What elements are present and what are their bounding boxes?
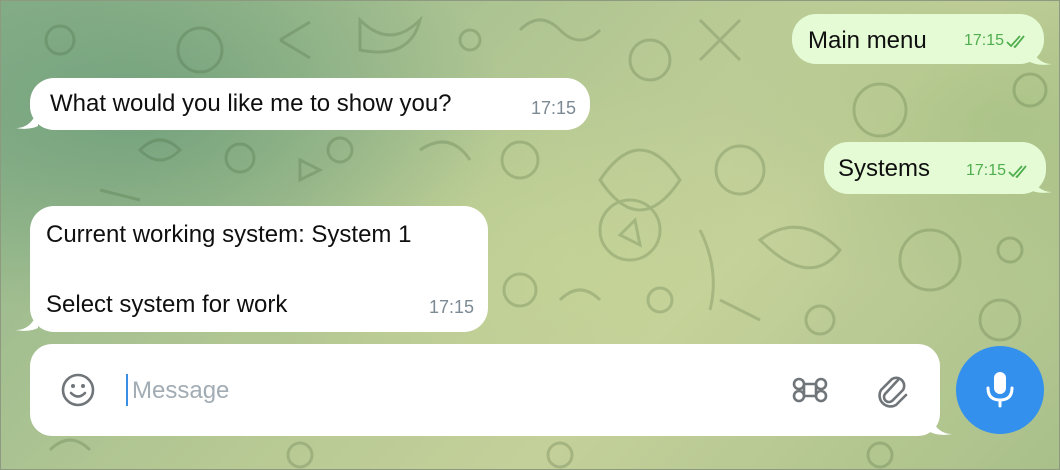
- emoji-icon[interactable]: [58, 370, 98, 410]
- message-time: 17:15: [428, 297, 474, 317]
- text-cursor: [126, 374, 128, 406]
- message-time: 17:15: [964, 26, 1028, 56]
- microphone-icon: [986, 372, 1014, 408]
- message-time: 17:15: [966, 156, 1030, 186]
- message-composer: [30, 344, 940, 436]
- message-text: What would you like me to show you?: [50, 90, 452, 117]
- message-text-line: Select system for work: [46, 291, 288, 318]
- double-check-icon: [1008, 165, 1027, 178]
- message-input[interactable]: [130, 368, 754, 414]
- message-outgoing[interactable]: Systems 17:15: [824, 142, 1046, 194]
- message-incoming[interactable]: Current working system: System 1 Select …: [30, 206, 488, 332]
- paperclip-icon[interactable]: [872, 368, 912, 412]
- message-time: 17:15: [530, 98, 576, 118]
- message-text: Systems: [838, 155, 931, 182]
- double-check-icon: [1006, 35, 1025, 48]
- command-icon[interactable]: [788, 368, 832, 412]
- microphone-button[interactable]: [956, 346, 1044, 434]
- message-text-line: Current working system: System 1: [46, 221, 412, 248]
- message-outgoing[interactable]: Main menu 17:15: [792, 14, 1044, 64]
- message-text: Main menu: [808, 27, 927, 54]
- message-incoming[interactable]: What would you like me to show you? 17:1…: [30, 78, 590, 130]
